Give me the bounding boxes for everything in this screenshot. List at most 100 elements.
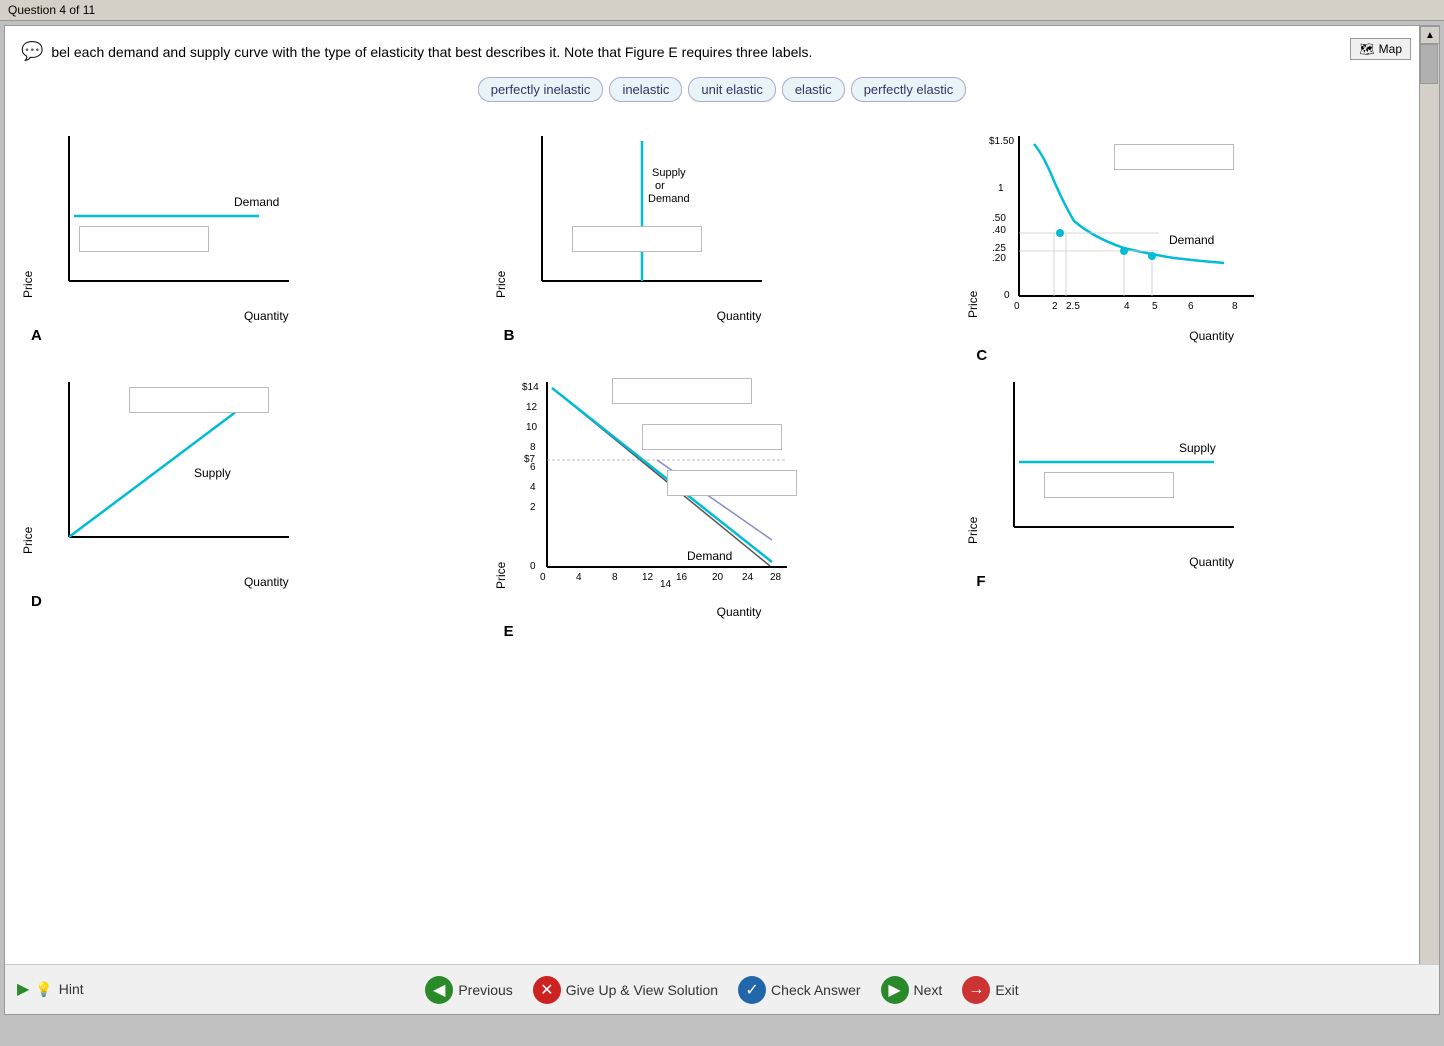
svg-text:8: 8 <box>612 572 618 583</box>
check-answer-icon: ✓ <box>738 976 766 1004</box>
give-up-button[interactable]: ✕ Give Up & View Solution <box>533 976 718 1004</box>
hint-bulb-icon: 💡 <box>35 981 52 998</box>
y-axis-label-B: Price <box>494 138 508 298</box>
svg-text:0: 0 <box>1014 301 1020 312</box>
y-axis-label-D: Price <box>21 394 35 554</box>
x-axis-label-E: Quantity <box>528 605 951 619</box>
svg-text:12: 12 <box>526 402 538 413</box>
svg-text:0: 0 <box>1004 290 1010 301</box>
graph-panel-E: Price $14 12 10 8 $7 6 4 2 <box>494 372 951 640</box>
graph-letter-F: F <box>976 573 1423 590</box>
svg-text:1: 1 <box>998 183 1004 194</box>
svg-text:Demand: Demand <box>1169 233 1214 247</box>
graph-panel-C: Price $1.50 1 .50 .40 .25 .20 0 <box>966 126 1423 364</box>
graph-panel-B: Price Supply or Demand <box>494 126 951 364</box>
x-axis-label-B: Quantity <box>528 309 951 323</box>
svg-text:2: 2 <box>1052 301 1058 312</box>
svg-text:2: 2 <box>530 502 536 513</box>
answer-box-D[interactable] <box>129 387 269 413</box>
svg-text:20: 20 <box>712 572 724 583</box>
svg-text:$14: $14 <box>522 382 539 393</box>
svg-text:.50: .50 <box>992 213 1006 224</box>
svg-text:Supply: Supply <box>652 167 686 179</box>
question-area: 💬 bel each demand and supply curve with … <box>5 26 1439 126</box>
svg-text:4: 4 <box>530 482 536 493</box>
give-up-icon: ✕ <box>533 976 561 1004</box>
previous-button[interactable]: ◀ Previous <box>425 976 512 1004</box>
graph-letter-B: B <box>504 327 951 344</box>
svg-text:0: 0 <box>540 572 546 583</box>
svg-text:.20: .20 <box>992 253 1006 264</box>
hint-bar: ▶ 💡 Hint <box>5 964 84 1014</box>
map-icon: 🗺 <box>1359 42 1374 56</box>
svg-text:14: 14 <box>660 579 672 590</box>
exit-button[interactable]: → Exit <box>962 976 1018 1004</box>
graph-svg-F: Supply <box>984 372 1244 552</box>
graph-panel-F: Price Supply Quantity F <box>966 372 1423 640</box>
svg-text:24: 24 <box>742 572 754 583</box>
previous-icon: ◀ <box>425 976 453 1004</box>
question-text: 💬 bel each demand and supply curve with … <box>21 38 1423 65</box>
chip-unit-elastic[interactable]: unit elastic <box>688 77 775 102</box>
svg-text:Supply: Supply <box>1179 441 1216 455</box>
svg-text:5: 5 <box>1152 301 1158 312</box>
hint-label[interactable]: Hint <box>59 981 84 997</box>
map-button[interactable]: 🗺 Map <box>1350 38 1411 60</box>
graph-letter-A: A <box>31 327 478 344</box>
svg-text:16: 16 <box>676 572 688 583</box>
question-number: Question 4 of 11 <box>8 3 95 17</box>
svg-text:Demand: Demand <box>687 549 732 563</box>
next-button[interactable]: ▶ Next <box>881 976 943 1004</box>
x-axis-label-A: Quantity <box>55 309 478 323</box>
svg-text:Demand: Demand <box>648 193 690 205</box>
answer-box-F[interactable] <box>1044 472 1174 498</box>
graph-svg-B: Supply or Demand <box>512 126 772 306</box>
svg-text:6: 6 <box>530 462 536 473</box>
bottom-bar: ◀ Previous ✕ Give Up & View Solution ✓ C… <box>5 964 1439 1014</box>
svg-text:8: 8 <box>530 442 536 453</box>
graph-panel-A: Price Demand Quantity A <box>21 126 478 364</box>
graph-panel-D: Price Supply Quantity D <box>21 372 478 640</box>
svg-text:28: 28 <box>770 572 782 583</box>
answer-box-B[interactable] <box>572 226 702 252</box>
main-container: ▲ ▼ 💬 bel each demand and supply curve w… <box>4 25 1440 1015</box>
y-axis-label-A: Price <box>21 138 35 298</box>
answer-box-C[interactable] <box>1114 144 1234 170</box>
answer-box-E1[interactable] <box>612 378 752 404</box>
labels-row: perfectly inelastic inelastic unit elast… <box>21 77 1423 102</box>
graphs-grid: Price Demand Quantity A <box>5 126 1439 640</box>
graph-letter-E: E <box>504 623 951 640</box>
answer-box-E2[interactable] <box>642 424 782 450</box>
graph-letter-C: C <box>976 347 1423 364</box>
graph-svg-A: Demand <box>39 126 299 306</box>
next-icon: ▶ <box>881 976 909 1004</box>
svg-text:8: 8 <box>1232 301 1238 312</box>
title-bar: Question 4 of 11 <box>0 0 1444 21</box>
svg-text:0: 0 <box>530 561 536 572</box>
svg-text:6: 6 <box>1188 301 1194 312</box>
svg-text:.40: .40 <box>992 225 1006 236</box>
answer-box-A[interactable] <box>79 226 209 252</box>
svg-text:Demand: Demand <box>234 195 279 209</box>
svg-text:4: 4 <box>576 572 582 583</box>
answer-box-E3[interactable] <box>667 470 797 496</box>
chip-elastic[interactable]: elastic <box>782 77 845 102</box>
x-axis-label-D: Quantity <box>55 575 478 589</box>
y-axis-label-C: Price <box>966 138 980 318</box>
svg-text:12: 12 <box>642 572 654 583</box>
check-answer-button[interactable]: ✓ Check Answer <box>738 976 860 1004</box>
svg-text:or: or <box>655 180 665 192</box>
svg-text:4: 4 <box>1124 301 1130 312</box>
chip-inelastic[interactable]: inelastic <box>609 77 682 102</box>
y-axis-label-F: Price <box>966 384 980 544</box>
exit-icon: → <box>962 976 990 1004</box>
hint-icon: ▶ <box>17 979 29 999</box>
chip-perfectly-inelastic[interactable]: perfectly inelastic <box>478 77 604 102</box>
x-axis-label-F: Quantity <box>1000 555 1423 569</box>
svg-text:$1.50: $1.50 <box>989 136 1014 147</box>
graph-letter-D: D <box>31 593 478 610</box>
chip-perfectly-elastic[interactable]: perfectly elastic <box>851 77 967 102</box>
svg-text:Supply: Supply <box>194 466 231 480</box>
svg-text:10: 10 <box>526 422 538 433</box>
y-axis-label-E: Price <box>494 389 508 589</box>
